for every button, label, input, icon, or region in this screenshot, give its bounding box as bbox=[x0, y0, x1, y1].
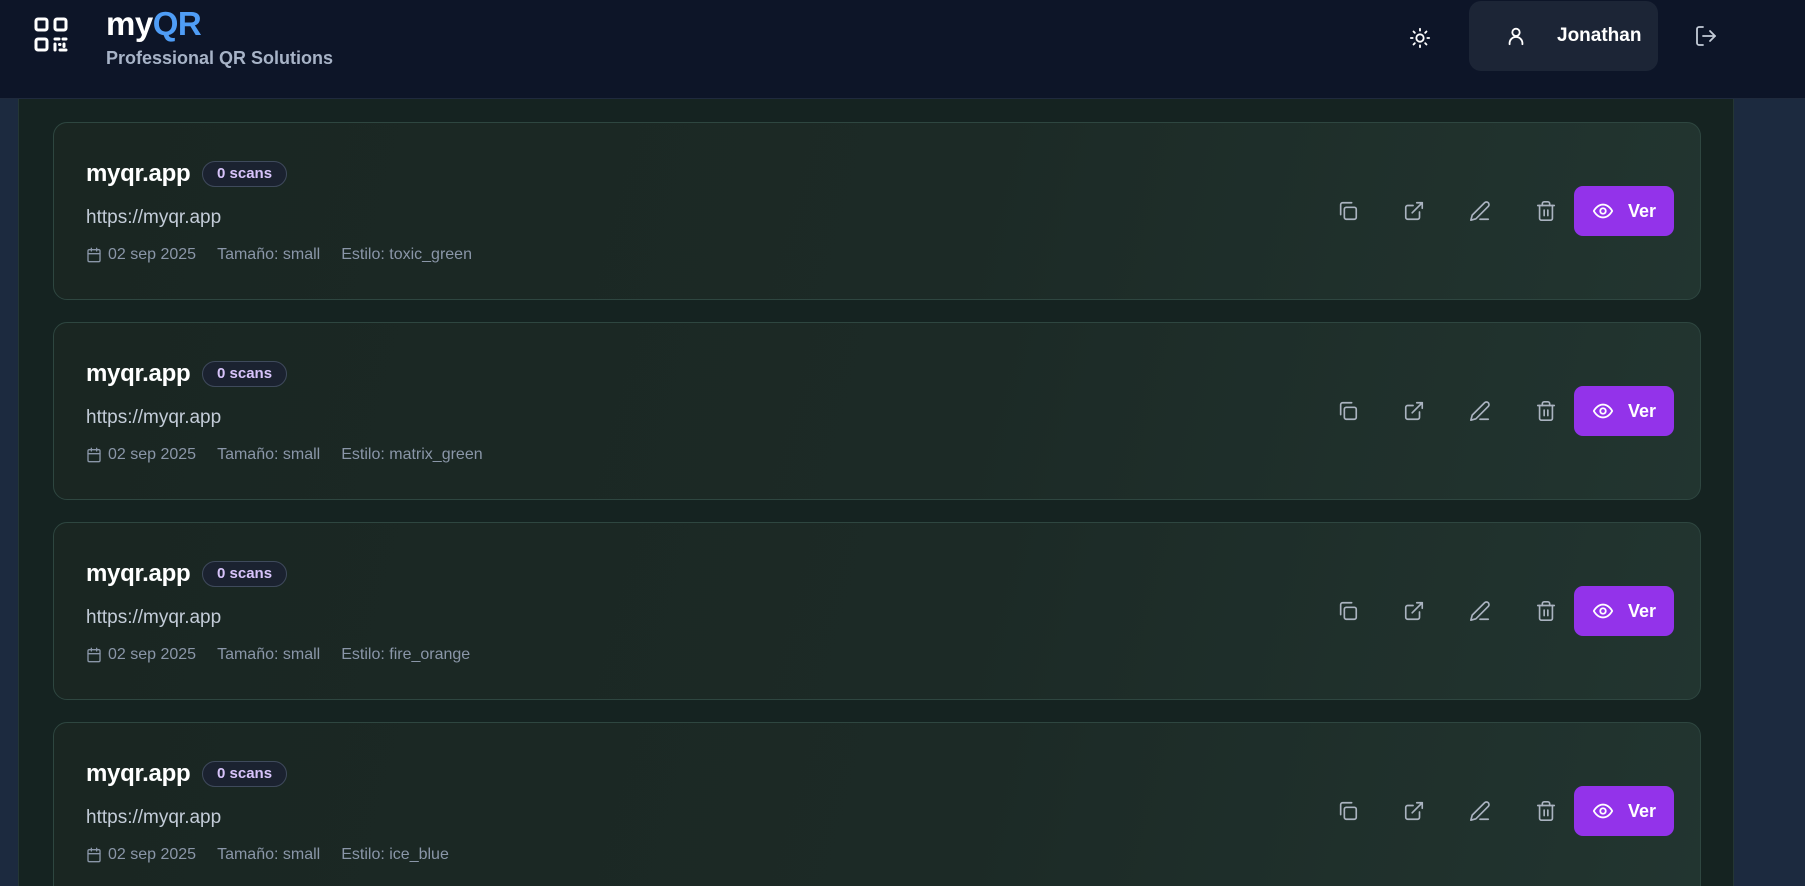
scan-count-badge: 0 scans bbox=[202, 761, 288, 787]
brand-prefix: my bbox=[106, 5, 153, 42]
brand-tagline: Professional QR Solutions bbox=[106, 48, 334, 68]
qr-title: myqr.app bbox=[86, 160, 191, 187]
view-button[interactable]: Ver bbox=[1574, 386, 1674, 436]
copy-button[interactable] bbox=[1333, 796, 1363, 826]
open-link-button[interactable] bbox=[1399, 196, 1429, 226]
theme-toggle-button[interactable] bbox=[1404, 22, 1436, 54]
open-link-button[interactable] bbox=[1399, 596, 1429, 626]
qr-card: myqr.app 0 scans https://myqr.app 02 sep… bbox=[53, 722, 1701, 886]
brand-logo[interactable]: myQR bbox=[106, 4, 202, 44]
user-name: Jonathan bbox=[1557, 25, 1642, 46]
calendar-icon bbox=[86, 847, 102, 863]
qr-title: myqr.app bbox=[86, 360, 191, 387]
qr-size: Tamaño: small bbox=[217, 446, 321, 463]
brand-suffix: QR bbox=[152, 5, 202, 42]
qr-meta: 02 sep 2025 Tamaño: small Estilo: fire_o… bbox=[86, 645, 470, 665]
qr-url[interactable]: https://myqr.app bbox=[86, 206, 221, 230]
edit-button[interactable] bbox=[1465, 196, 1495, 226]
view-button-label: Ver bbox=[1627, 200, 1657, 221]
qr-date: 02 sep 2025 bbox=[108, 846, 197, 863]
eye-icon bbox=[1592, 400, 1614, 422]
external-link-icon bbox=[1403, 600, 1425, 622]
copy-icon bbox=[1337, 200, 1359, 222]
view-button[interactable]: Ver bbox=[1574, 586, 1674, 636]
qr-meta: 02 sep 2025 Tamaño: small Estilo: matrix… bbox=[86, 445, 483, 465]
qr-card: myqr.app 0 scans https://myqr.app 02 sep… bbox=[53, 122, 1701, 300]
edit-pencil-icon bbox=[1469, 400, 1491, 422]
qr-size: Tamaño: small bbox=[217, 646, 321, 663]
calendar-icon bbox=[86, 447, 102, 463]
qr-date: 02 sep 2025 bbox=[108, 646, 197, 663]
edit-pencil-icon bbox=[1469, 800, 1491, 822]
qr-size: Tamaño: small bbox=[217, 846, 321, 863]
edit-button[interactable] bbox=[1465, 596, 1495, 626]
qr-style: Estilo: matrix_green bbox=[341, 446, 483, 463]
qr-style: Estilo: fire_orange bbox=[341, 646, 471, 663]
qr-url[interactable]: https://myqr.app bbox=[86, 406, 221, 430]
copy-button[interactable] bbox=[1333, 596, 1363, 626]
logout-button[interactable] bbox=[1690, 20, 1722, 52]
edit-pencil-icon bbox=[1469, 200, 1491, 222]
eye-icon bbox=[1592, 200, 1614, 222]
qr-list-panel: myqr.app 0 scans https://myqr.app 02 sep… bbox=[18, 99, 1734, 886]
qr-title: myqr.app bbox=[86, 760, 191, 787]
delete-button[interactable] bbox=[1531, 396, 1561, 426]
open-link-button[interactable] bbox=[1399, 796, 1429, 826]
qr-card: myqr.app 0 scans https://myqr.app 02 sep… bbox=[53, 522, 1701, 700]
qr-style: Estilo: ice_blue bbox=[341, 846, 449, 863]
logout-icon bbox=[1694, 24, 1718, 48]
copy-icon bbox=[1337, 400, 1359, 422]
trash-icon bbox=[1535, 600, 1557, 622]
eye-icon bbox=[1592, 800, 1614, 822]
view-button[interactable]: Ver bbox=[1574, 186, 1674, 236]
qr-style: Estilo: toxic_green bbox=[341, 246, 472, 263]
view-button[interactable]: Ver bbox=[1574, 786, 1674, 836]
delete-button[interactable] bbox=[1531, 596, 1561, 626]
qr-meta: 02 sep 2025 Tamaño: small Estilo: ice_bl… bbox=[86, 845, 449, 865]
qr-card: myqr.app 0 scans https://myqr.app 02 sep… bbox=[53, 322, 1701, 500]
edit-button[interactable] bbox=[1465, 796, 1495, 826]
qr-title: myqr.app bbox=[86, 560, 191, 587]
scan-count-badge: 0 scans bbox=[202, 561, 288, 587]
sun-icon bbox=[1409, 27, 1431, 49]
qr-code-icon[interactable] bbox=[34, 17, 68, 52]
qr-url[interactable]: https://myqr.app bbox=[86, 806, 221, 830]
copy-button[interactable] bbox=[1333, 196, 1363, 226]
user-menu-button[interactable]: Jonathan bbox=[1469, 1, 1658, 71]
edit-pencil-icon bbox=[1469, 600, 1491, 622]
edit-button[interactable] bbox=[1465, 396, 1495, 426]
copy-button[interactable] bbox=[1333, 396, 1363, 426]
qr-date: 02 sep 2025 bbox=[108, 446, 197, 463]
qr-size: Tamaño: small bbox=[217, 246, 321, 263]
calendar-icon bbox=[86, 647, 102, 663]
calendar-icon bbox=[86, 247, 102, 263]
copy-icon bbox=[1337, 600, 1359, 622]
scan-count-badge: 0 scans bbox=[202, 361, 288, 387]
eye-icon bbox=[1592, 600, 1614, 622]
trash-icon bbox=[1535, 200, 1557, 222]
external-link-icon bbox=[1403, 800, 1425, 822]
open-link-button[interactable] bbox=[1399, 396, 1429, 426]
trash-icon bbox=[1535, 400, 1557, 422]
view-button-label: Ver bbox=[1627, 800, 1657, 821]
trash-icon bbox=[1535, 800, 1557, 822]
delete-button[interactable] bbox=[1531, 196, 1561, 226]
qr-meta: 02 sep 2025 Tamaño: small Estilo: toxic_… bbox=[86, 245, 472, 265]
view-button-label: Ver bbox=[1627, 400, 1657, 421]
user-icon bbox=[1505, 25, 1527, 47]
app-header: myQR Professional QR Solutions Jonathan bbox=[0, 0, 1805, 99]
delete-button[interactable] bbox=[1531, 796, 1561, 826]
scan-count-badge: 0 scans bbox=[202, 161, 288, 187]
external-link-icon bbox=[1403, 400, 1425, 422]
external-link-icon bbox=[1403, 200, 1425, 222]
view-button-label: Ver bbox=[1627, 600, 1657, 621]
qr-url[interactable]: https://myqr.app bbox=[86, 606, 221, 630]
copy-icon bbox=[1337, 800, 1359, 822]
qr-date: 02 sep 2025 bbox=[108, 246, 197, 263]
